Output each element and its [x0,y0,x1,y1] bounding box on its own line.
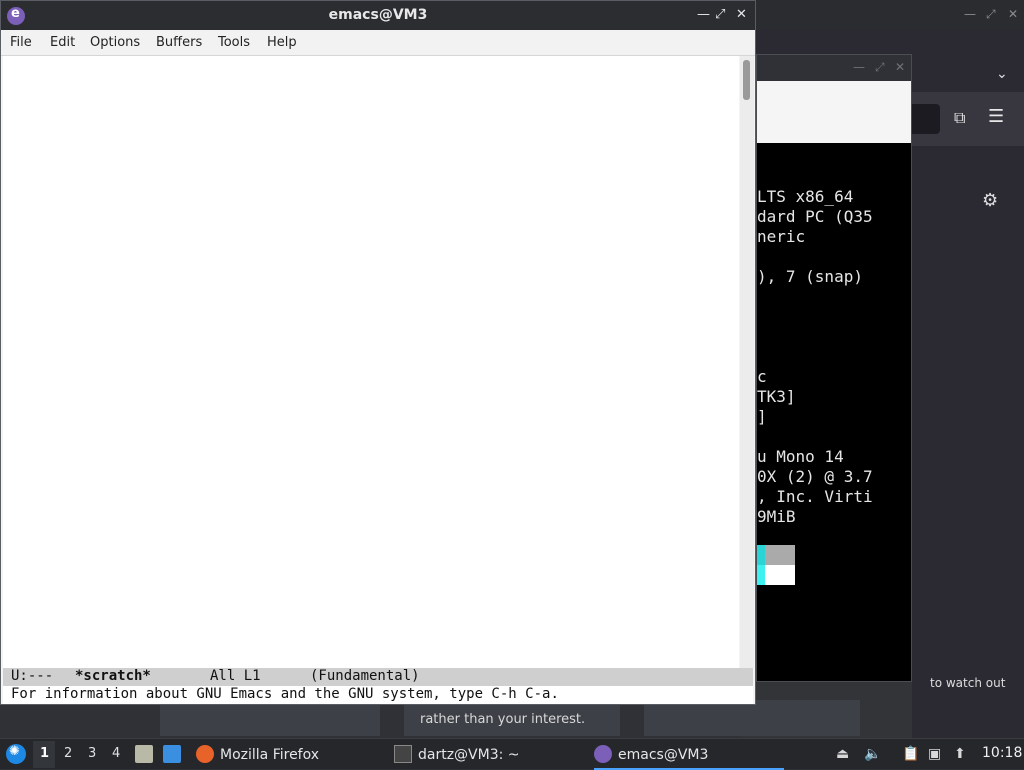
url-bar[interactable] [912,104,940,134]
workspace-2[interactable]: 2 [64,746,72,761]
task-label: emacs@VM3 [618,747,709,763]
terminal-line: neric [757,227,806,246]
gear-icon[interactable]: ⚙ [982,190,998,211]
emacs-icon [594,745,612,763]
snippet-text: to watch out [930,676,1006,690]
story-card[interactable]: rather than your interest. [404,700,620,736]
workspace-1[interactable]: 1 [40,746,49,761]
terminal-line: 0X (2) @ 3.7 [757,467,873,486]
workspace-4[interactable]: 4 [112,746,120,761]
modeline-major-mode[interactable]: (Fundamental) [310,668,420,684]
terminal-titlebar: — ⤢ ✕ [757,55,911,81]
desktop-icon[interactable] [163,745,181,763]
scrollbar[interactable] [740,56,754,668]
upload-icon[interactable]: ⏏ [836,746,849,762]
maximize-icon[interactable]: ⤢ [986,7,996,22]
menu-options[interactable]: Options [90,35,140,50]
color-swatch [765,545,795,565]
emacs-titlebar[interactable]: emacs@VM3 — ⤢ ✕ [1,1,755,30]
menu-buffers[interactable]: Buffers [156,35,202,50]
task-terminal[interactable]: dartz@VM3: ~ [394,742,584,768]
color-swatch [757,545,765,565]
task-label: Mozilla Firefox [220,747,320,763]
terminal-line: LTS x86_64 [757,187,854,206]
extensions-icon[interactable]: ⧉ [954,108,965,128]
minimize-icon[interactable]: — [964,7,976,21]
modeline-buffer-name[interactable]: *scratch* [75,668,151,684]
firefox-content: ⚙ to watch out [912,146,1024,740]
workspace-3[interactable]: 3 [88,746,96,761]
firefox-toolbar: ⧉ ☰ [912,92,1024,146]
window-title: emacs@VM3 [328,7,428,23]
mode-line[interactable]: U:--- *scratch* All L1 (Fundamental) [3,668,753,686]
chevron-down-icon[interactable]: ⌄ [996,66,1008,82]
clipboard-icon[interactable]: 📋 [902,746,919,762]
firefox-titlebar: — ⤢ ✕ [740,0,1024,30]
terminal-line: c [757,367,767,386]
volume-icon[interactable]: 🔈 [864,746,881,762]
text-buffer[interactable] [3,56,739,668]
terminal-header [757,81,911,143]
start-menu-icon[interactable] [6,744,26,764]
echo-area[interactable]: For information about GNU Emacs and the … [3,686,753,704]
firefox-cards: rather than your interest. for [160,694,860,740]
emacs-window: emacs@VM3 — ⤢ ✕ File Edit Options Buffer… [0,0,756,705]
maximize-icon[interactable]: ⤢ [715,7,725,22]
terminal-line: TK3] [757,387,796,406]
color-swatch [757,565,765,585]
terminal-output[interactable]: LTS x86_64 dard PC (Q35 neric ), 7 (snap… [757,147,911,681]
modeline-status: U:--- [11,668,54,684]
terminal-window: — ⤢ ✕ LTS x86_64 dard PC (Q35 neric ), 7… [756,54,912,682]
network-icon[interactable]: ▣ [928,746,941,762]
menu-file[interactable]: File [10,35,32,50]
echo-message: For information about GNU Emacs and the … [11,686,559,702]
terminal-line: 9MiB [757,507,796,526]
update-icon[interactable]: ⬆ [954,746,966,762]
scrollbar-thumb[interactable] [743,60,750,100]
modeline-position: All L1 [210,668,261,684]
terminal-line: ] [757,407,767,426]
menu-bar: File Edit Options Buffers Tools Help [1,30,755,56]
terminal-line: u Mono 14 [757,447,844,466]
minimize-icon[interactable]: — [697,7,710,22]
terminal-line: , Inc. Virti [757,487,873,506]
clock[interactable]: 10:18 [982,745,1022,761]
terminal-icon [394,745,412,763]
menu-help[interactable]: Help [267,35,297,50]
terminal-line: dard PC (Q35 [757,207,873,226]
menu-tools[interactable]: Tools [218,35,250,50]
file-manager-icon[interactable] [135,745,153,763]
color-swatch [765,565,795,585]
story-card-text: rather than your interest. [420,712,586,727]
menu-edit[interactable]: Edit [50,35,75,50]
minimize-icon[interactable]: — [853,60,865,74]
maximize-icon[interactable]: ⤢ [875,60,885,75]
task-emacs[interactable]: emacs@VM3 [594,742,784,770]
task-firefox[interactable]: Mozilla Firefox [196,742,386,768]
close-icon[interactable]: ✕ [895,60,905,74]
task-label: dartz@VM3: ~ [418,747,520,763]
story-card[interactable] [160,700,380,736]
close-icon[interactable]: ✕ [736,7,747,22]
close-icon[interactable]: ✕ [1008,7,1018,21]
hamburger-menu-icon[interactable]: ☰ [988,106,1004,127]
firefox-icon [196,745,214,763]
terminal-line: ), 7 (snap) [757,267,863,286]
story-card[interactable]: for [644,694,860,736]
taskbar: 1 2 3 4 Mozilla Firefox dartz@VM3: ~ ema… [0,738,1024,770]
